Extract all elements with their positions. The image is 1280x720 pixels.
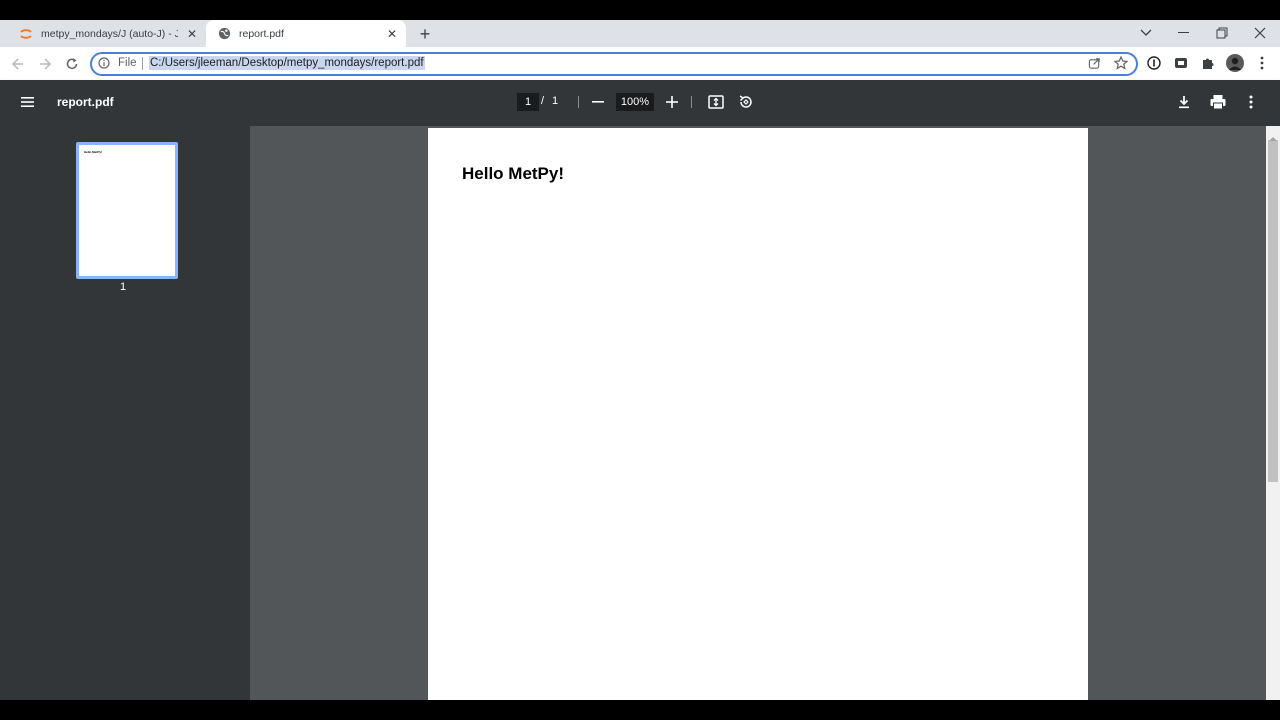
tab-search-icon[interactable] [1134,22,1158,44]
scrollbar-thumb[interactable] [1268,140,1278,482]
more-options-icon[interactable] [1243,94,1259,110]
forward-icon[interactable] [34,53,56,75]
page-separator: / [541,95,545,107]
browser-menu-icon[interactable] [1254,55,1270,71]
zoom-input[interactable]: 100% [616,93,654,111]
scheme-label: File [118,57,137,69]
zoom-in-icon[interactable] [663,93,681,111]
share-icon[interactable] [1086,55,1102,71]
page-thumbnail[interactable] [76,142,178,279]
sidebar-menu-icon[interactable] [20,95,36,109]
download-icon[interactable] [1176,94,1192,110]
divider [142,57,143,70]
minimize-icon[interactable] [1172,22,1196,44]
page-number-input[interactable]: 1 [517,93,539,111]
tab-report-pdf[interactable]: report.pdf ✕ [206,20,406,47]
tab-jupyter[interactable]: metpy_mondays/J (auto-J) - Jupy ✕ [8,20,206,47]
pdf-title: report.pdf [57,95,114,109]
fit-to-page-icon[interactable] [707,93,725,111]
document-heading: Hello MetPy! [462,164,565,183]
scroll-down-icon[interactable] [1269,692,1277,704]
close-tab-icon[interactable]: ✕ [184,26,200,42]
jupyter-icon [18,26,34,42]
info-icon[interactable] [98,56,110,69]
extension-grammar-icon[interactable] [1173,55,1189,71]
url-text[interactable]: C:/Users/jleeman/Desktop/metpy_mondays/r… [149,56,425,70]
restore-icon[interactable] [1210,22,1234,44]
scroll-up-icon[interactable] [1269,129,1277,141]
divider [578,96,579,108]
thumbnail-page-number: 1 [120,281,127,293]
password-manager-icon[interactable] [1146,55,1162,71]
new-tab-button[interactable]: + [415,24,435,44]
back-icon[interactable] [7,53,29,75]
print-icon[interactable] [1209,94,1227,110]
thumbnail-text: Hello MetPy! [84,150,103,154]
page-total: 1 [552,95,559,107]
tab-title: report.pdf [239,27,284,40]
bookmark-star-icon[interactable] [1113,55,1129,71]
reload-icon[interactable] [61,53,83,75]
screen-border [0,700,1280,720]
zoom-out-icon[interactable] [589,93,607,111]
extensions-puzzle-icon[interactable] [1200,55,1216,71]
globe-icon [216,26,232,42]
rotate-icon[interactable] [737,93,755,111]
avatar[interactable] [1226,54,1244,72]
divider [691,96,692,108]
close-window-icon[interactable] [1248,22,1272,44]
tab-title: metpy_mondays/J (auto-J) - Jupy [41,27,178,40]
close-tab-icon[interactable]: ✕ [384,26,400,42]
pdf-page [428,128,1088,700]
